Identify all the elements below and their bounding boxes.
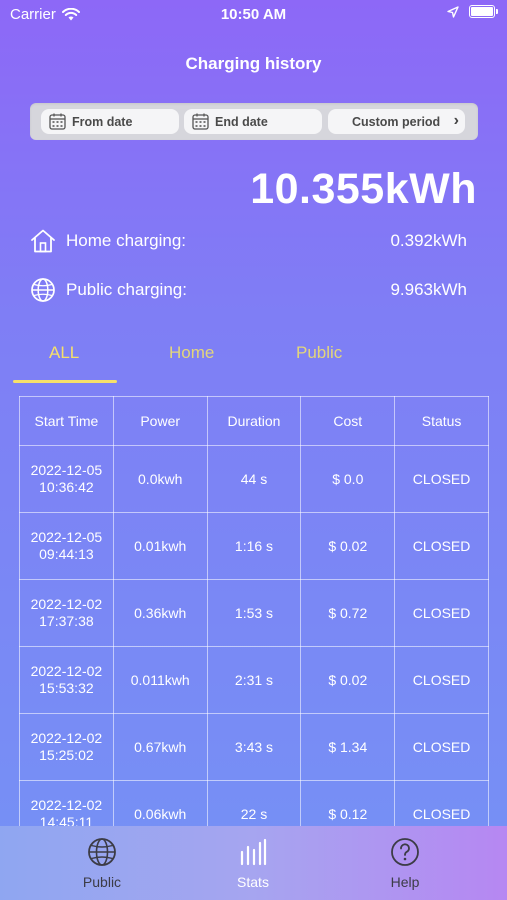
bottom-tab-bar: Public Stats Help xyxy=(0,826,507,900)
status-bar: Carrier 10:50 AM xyxy=(0,0,507,28)
custom-period-button[interactable]: Custom period › xyxy=(328,109,465,134)
start-date: 2022-12-02 xyxy=(30,663,103,679)
power-cell: 0.67kwh xyxy=(112,713,208,781)
calendar-icon xyxy=(49,113,66,130)
start-time-cell: 2022-12-02 15:53:32 xyxy=(19,646,114,714)
public-charging-row: Public charging: 9.963kWh xyxy=(30,275,470,305)
public-charging-label: Public charging: xyxy=(66,280,187,299)
battery-icon xyxy=(469,5,498,18)
question-icon xyxy=(391,838,419,866)
power-cell: 0.011kwh xyxy=(112,646,208,714)
table-row[interactable]: 2022-12-02 15:25:02 0.67kwh 3:43 s $ 1.34… xyxy=(19,713,489,781)
start-date: 2022-12-02 xyxy=(30,797,103,813)
header-duration: Duration xyxy=(206,396,302,446)
home-charging-value: 0.392kWh xyxy=(390,231,467,250)
duration-cell: 1:16 s xyxy=(206,512,302,580)
home-icon xyxy=(31,229,55,253)
from-date-label: From date xyxy=(72,114,133,129)
location-arrow-icon xyxy=(447,5,459,18)
power-cell: 0.0kwh xyxy=(112,445,208,513)
public-charging-value: 9.963kWh xyxy=(390,280,467,299)
status-cell: CLOSED xyxy=(394,780,489,826)
page-title: Charging history xyxy=(185,54,322,73)
duration-cell: 3:43 s xyxy=(206,713,302,781)
table-row[interactable]: 2022-12-02 15:53:32 0.011kwh 2:31 s $ 0.0… xyxy=(19,646,489,714)
cost-cell: $ 0.72 xyxy=(300,579,396,647)
duration-cell: 22 s xyxy=(206,780,302,826)
table-row[interactable]: 2022-12-02 17:37:38 0.36kwh 1:53 s $ 0.72… xyxy=(19,579,489,647)
end-date-button[interactable]: End date xyxy=(184,109,322,134)
filter-tabs: ALL Home Public xyxy=(0,338,507,386)
power-cell: 0.06kwh xyxy=(112,780,208,826)
cost-cell: $ 0.02 xyxy=(300,512,396,580)
date-filter-bar: From date End date Custom period › xyxy=(30,103,478,140)
from-date-button[interactable]: From date xyxy=(41,109,179,134)
header-cost: Cost xyxy=(300,396,396,446)
nav-stats-label: Stats xyxy=(237,874,269,890)
nav-public-label: Public xyxy=(82,874,122,890)
start-clock: 14:45:11 xyxy=(39,814,94,826)
cost-cell: $ 0.12 xyxy=(300,780,396,826)
power-cell: 0.36kwh xyxy=(112,579,208,647)
status-cell: CLOSED xyxy=(394,512,489,580)
globe-icon xyxy=(31,278,55,302)
start-date: 2022-12-05 xyxy=(30,462,103,478)
history-table-container[interactable]: Start Time Power Duration Cost Status 20… xyxy=(19,396,490,826)
start-time-cell: 2022-12-05 09:44:13 xyxy=(19,512,114,580)
calendar-icon xyxy=(192,113,209,130)
table-row[interactable]: 2022-12-05 09:44:13 0.01kwh 1:16 s $ 0.02… xyxy=(19,512,489,580)
table-row[interactable]: 2022-12-05 10:36:42 0.0kwh 44 s $ 0.0 CLO… xyxy=(19,445,489,513)
nav-stats[interactable]: Stats xyxy=(203,836,303,890)
nav-help-label: Help xyxy=(390,874,420,890)
start-date: 2022-12-02 xyxy=(30,596,103,612)
power-cell: 0.01kwh xyxy=(112,512,208,580)
status-indicators xyxy=(447,5,498,18)
header-power: Power xyxy=(112,396,208,446)
cost-cell: $ 0.0 xyxy=(300,445,396,513)
start-clock: 10:36:42 xyxy=(39,479,94,495)
header-start-time: Start Time xyxy=(19,396,114,446)
status-cell: CLOSED xyxy=(394,713,489,781)
duration-cell: 44 s xyxy=(206,445,302,513)
status-cell: CLOSED xyxy=(394,646,489,714)
start-clock: 17:37:38 xyxy=(39,613,94,629)
bar-chart-icon xyxy=(240,838,267,866)
nav-public[interactable]: Public xyxy=(52,836,152,890)
nav-help[interactable]: Help xyxy=(355,836,455,890)
start-time-cell: 2022-12-05 10:36:42 xyxy=(19,445,114,513)
duration-cell: 2:31 s xyxy=(206,646,302,714)
end-date-label: End date xyxy=(215,114,268,129)
start-clock: 15:53:32 xyxy=(39,680,94,696)
home-charging-row: Home charging: 0.392kWh xyxy=(30,226,470,256)
tab-public[interactable]: Public xyxy=(296,343,342,363)
tab-home[interactable]: Home xyxy=(169,343,214,363)
status-cell: CLOSED xyxy=(394,445,489,513)
chevron-right-icon: › xyxy=(453,112,459,129)
start-time-cell: 2022-12-02 17:37:38 xyxy=(19,579,114,647)
start-clock: 15:25:02 xyxy=(39,747,94,763)
status-time: 10:50 AM xyxy=(220,6,287,23)
status-cell: CLOSED xyxy=(394,579,489,647)
table-header-row: Start Time Power Duration Cost Status xyxy=(19,396,489,446)
duration-cell: 1:53 s xyxy=(206,579,302,647)
header-status: Status xyxy=(394,396,489,446)
cost-cell: $ 1.34 xyxy=(300,713,396,781)
custom-period-label: Custom period xyxy=(352,114,441,129)
start-date: 2022-12-05 xyxy=(30,529,103,545)
total-energy: 10.355kWh xyxy=(250,165,477,213)
home-charging-label: Home charging: xyxy=(66,231,187,250)
table-row[interactable]: 2022-12-02 14:45:11 0.06kwh 22 s $ 0.12 C… xyxy=(19,780,489,826)
globe-icon xyxy=(88,838,116,866)
active-tab-indicator xyxy=(13,380,117,383)
charging-history-table: Start Time Power Duration Cost Status 20… xyxy=(19,396,489,826)
start-clock: 09:44:13 xyxy=(39,546,94,562)
start-time-cell: 2022-12-02 15:25:02 xyxy=(19,713,114,781)
cost-cell: $ 0.02 xyxy=(300,646,396,714)
tab-all[interactable]: ALL xyxy=(49,343,79,363)
start-time-cell: 2022-12-02 14:45:11 xyxy=(19,780,114,826)
start-date: 2022-12-02 xyxy=(30,730,103,746)
